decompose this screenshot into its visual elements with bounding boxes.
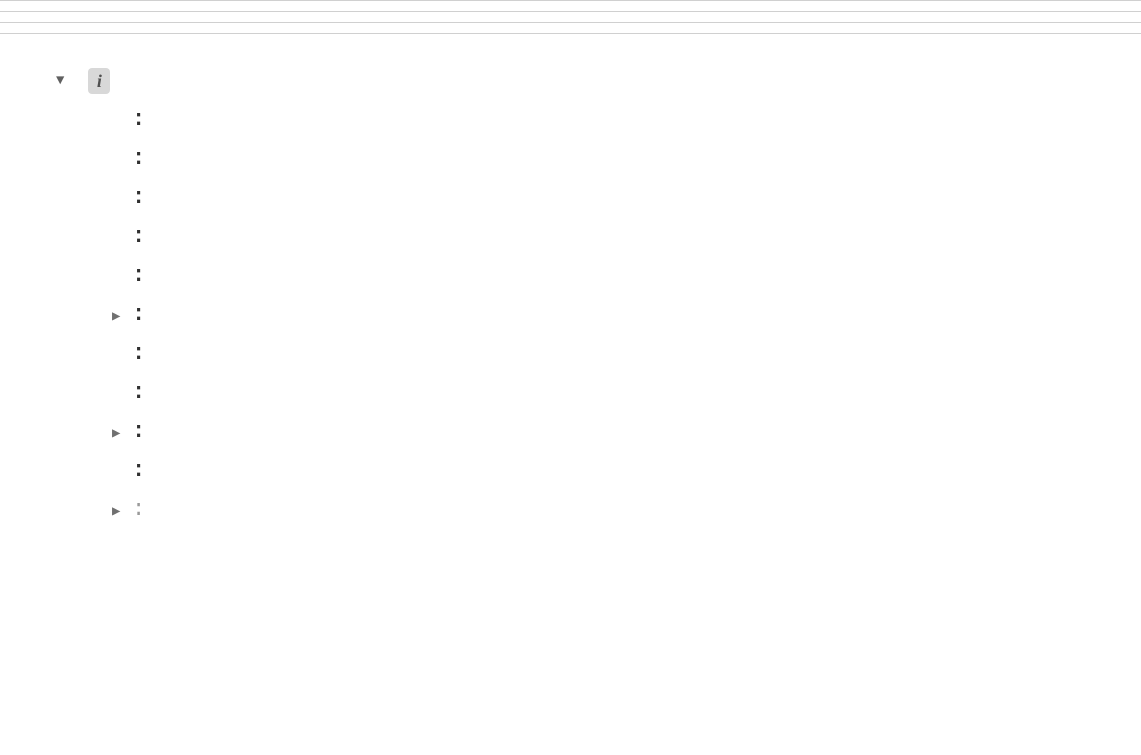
- property-row: :: [112, 139, 1125, 178]
- property-row: :: [112, 451, 1125, 490]
- disclosure-triangle-icon[interactable]: ▶: [112, 307, 126, 328]
- console-log-row: [0, 0, 1141, 12]
- property-row: :: [112, 373, 1125, 412]
- devtools-console: ▼ i : : : :: [0, 0, 1141, 755]
- disclosure-triangle-icon[interactable]: ▶: [112, 424, 126, 445]
- object-properties: : : : : :: [112, 100, 1125, 529]
- console-log-row: [0, 23, 1141, 34]
- disclosure-triangle-icon[interactable]: ▶: [112, 502, 126, 523]
- property-row: :: [112, 217, 1125, 256]
- property-row[interactable]: ▶ :: [112, 490, 1125, 529]
- info-icon[interactable]: i: [88, 68, 110, 94]
- property-row: :: [112, 100, 1125, 139]
- console-log-row: [0, 12, 1141, 23]
- property-row: :: [112, 178, 1125, 217]
- property-row[interactable]: ▶ :: [112, 295, 1125, 334]
- disclosure-triangle-icon[interactable]: ▼: [56, 71, 64, 92]
- property-row[interactable]: ▶ :: [112, 412, 1125, 451]
- console-prompt[interactable]: [0, 549, 1141, 569]
- property-row: :: [112, 334, 1125, 373]
- property-row: :: [112, 256, 1125, 295]
- object-header[interactable]: ▼ i: [56, 68, 1125, 94]
- console-object-row: ▼ i : : : :: [0, 34, 1141, 549]
